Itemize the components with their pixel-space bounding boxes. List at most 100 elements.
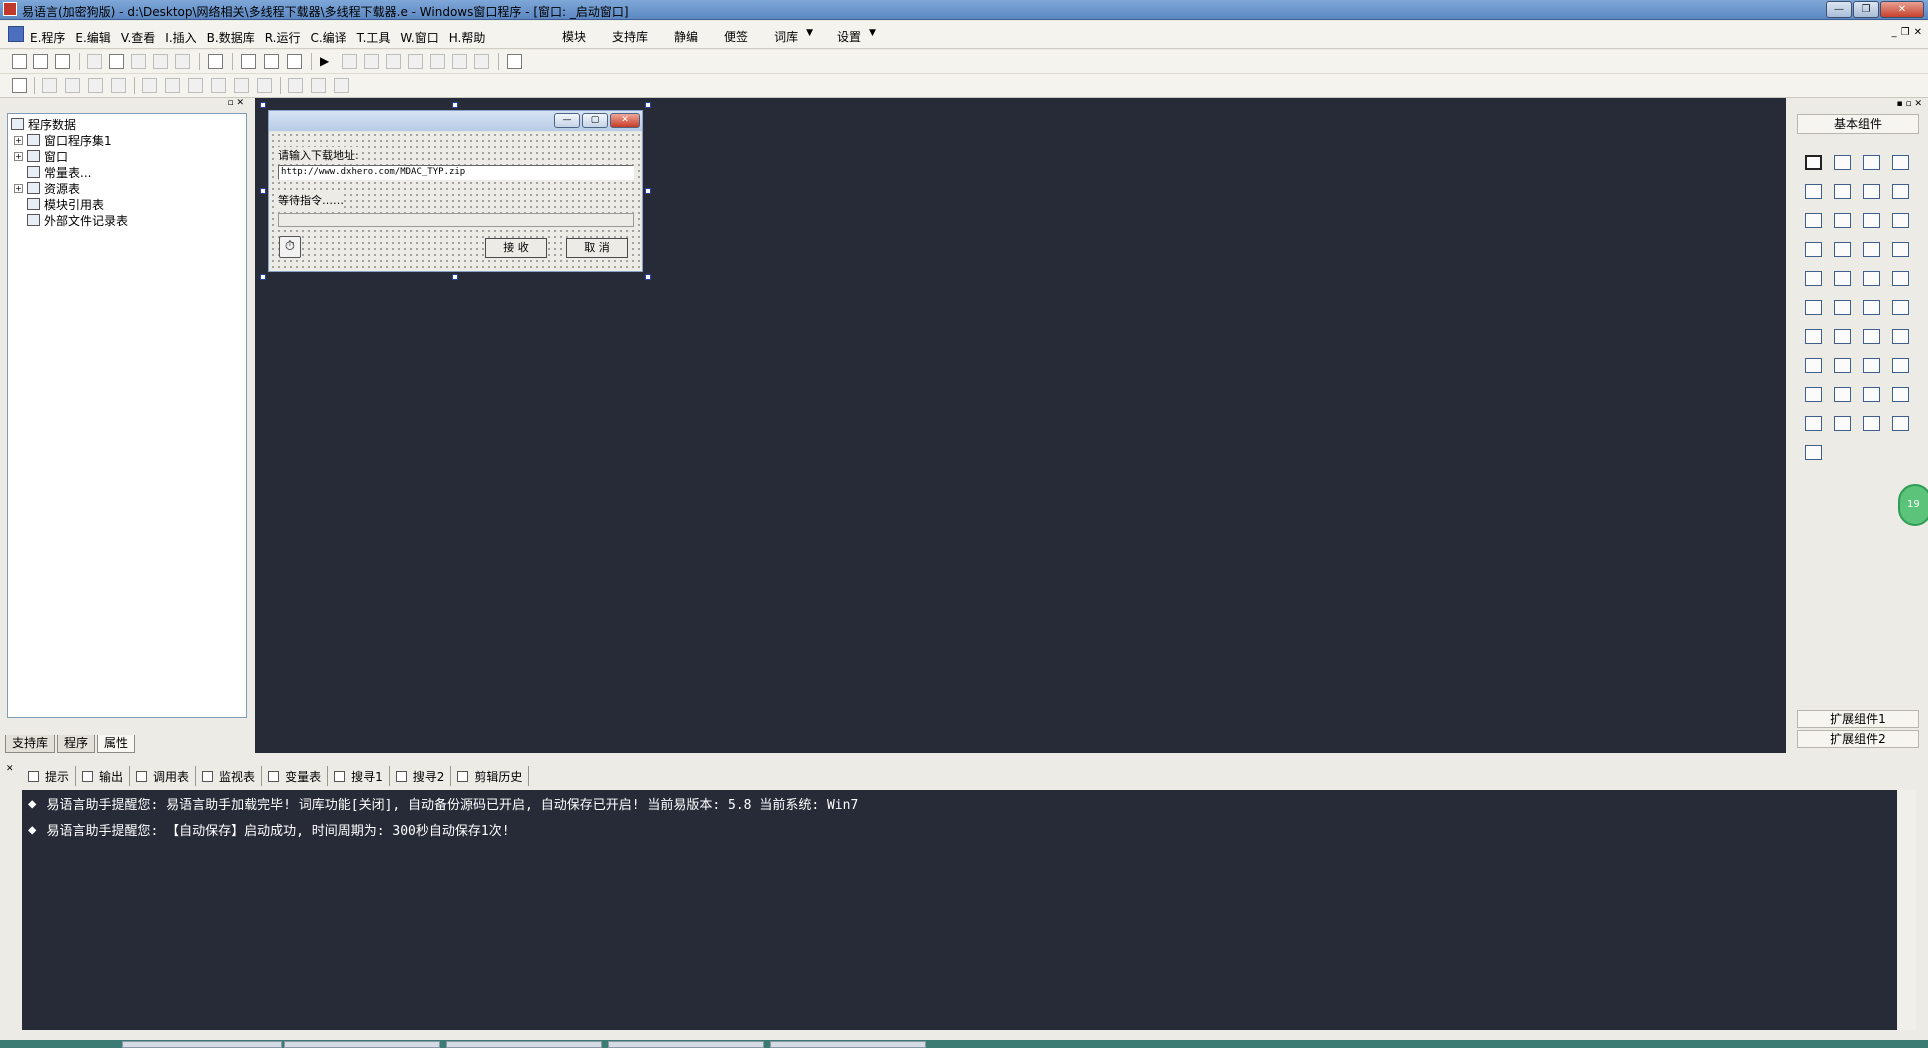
center-h-icon[interactable] <box>142 78 157 93</box>
expand-icon[interactable]: + <box>14 135 23 145</box>
cancel-button[interactable]: 取 消 <box>566 238 628 258</box>
tab-clipboard-history[interactable]: 剪辑历史 <box>451 766 530 786</box>
menu-tools[interactable]: T.工具 <box>357 29 391 46</box>
space-h-icon[interactable] <box>234 78 249 93</box>
odbc-db-icon[interactable] <box>1799 438 1828 467</box>
client-icon[interactable] <box>1857 351 1886 380</box>
vertical-scrollbar-icon[interactable] <box>1857 235 1886 264</box>
taskbar-item[interactable] <box>446 1041 602 1048</box>
align-top-icon[interactable] <box>88 78 103 93</box>
menu-run[interactable]: R.运行 <box>265 29 301 46</box>
checkbox-icon[interactable] <box>1799 206 1828 235</box>
vertical-scrollbar[interactable] <box>1898 790 1916 1030</box>
design-canvas[interactable]: — ▢ ✕ 请输入下载地址: http://www.dxhero.com/MDA… <box>255 98 1786 753</box>
same-height-icon[interactable] <box>188 78 203 93</box>
taskbar-item[interactable] <box>284 1041 440 1048</box>
output-log[interactable]: ◆ 易语言助手提醒您: 易语言助手加载完毕! 词库功能[关闭], 自动备份源码已… <box>22 790 1897 1030</box>
resize-handle[interactable] <box>645 274 651 280</box>
size-height-icon[interactable] <box>311 78 326 93</box>
tab-search1[interactable]: 搜寻1 <box>328 766 390 786</box>
mdi-restore-button[interactable]: ❐ <box>1901 27 1910 38</box>
menu-window[interactable]: W.窗口 <box>400 29 438 46</box>
odbc-icon[interactable] <box>1886 409 1915 438</box>
document-icon[interactable] <box>8 26 24 42</box>
palette-basic-components[interactable]: 基本组件 <box>1797 114 1919 134</box>
pointer-icon[interactable] <box>1799 148 1828 177</box>
cut-icon[interactable] <box>87 54 102 69</box>
size-width-icon[interactable] <box>288 78 303 93</box>
tree-item-window[interactable]: + 窗口 <box>14 148 68 164</box>
palette-ext2[interactable]: 扩展组件2 <box>1797 730 1919 748</box>
menu-notes[interactable]: 便签 <box>724 28 748 45</box>
project-tree[interactable]: 程序数据 + 窗口程序集1 + 窗口 常量表... + 资源表 模块引用表 外部… <box>7 113 247 718</box>
chart-icon[interactable] <box>1857 409 1886 438</box>
url-input[interactable]: http://www.dxhero.com/MDAC_TYP.zip <box>278 165 634 180</box>
network-icon[interactable] <box>1828 322 1857 351</box>
tree-item-external-files[interactable]: 外部文件记录表 <box>27 212 128 228</box>
menu-view[interactable]: V.查看 <box>121 29 155 46</box>
tree-item-assembly[interactable]: + 窗口程序集1 <box>14 132 112 148</box>
panel-controls[interactable]: ▫ ✕ <box>227 98 244 108</box>
assistant-badge[interactable]: 19 <box>1898 484 1928 526</box>
status-label[interactable]: 等待指令…… <box>278 192 344 208</box>
timer-icon[interactable]: ⏱ <box>279 236 301 258</box>
taskbar-item[interactable] <box>122 1041 282 1048</box>
menu-compile[interactable]: C.编译 <box>310 29 346 46</box>
redo-icon[interactable] <box>153 54 168 69</box>
drawing-board-icon[interactable] <box>1799 177 1828 206</box>
menu-module[interactable]: 模块 <box>562 28 586 45</box>
link-icon[interactable] <box>1828 380 1857 409</box>
minimize-button[interactable]: — <box>1826 1 1852 18</box>
form-close-button[interactable]: ✕ <box>610 113 640 128</box>
combo-box-icon[interactable] <box>1857 206 1886 235</box>
group-box-icon[interactable] <box>1828 177 1857 206</box>
layout-icon[interactable] <box>1886 380 1915 409</box>
new-file-icon[interactable] <box>12 54 27 69</box>
label-icon[interactable] <box>1828 148 1857 177</box>
menu-settings[interactable]: 设置 <box>837 28 861 45</box>
save-icon[interactable] <box>55 54 70 69</box>
resize-handle[interactable] <box>260 102 266 108</box>
mdi-minimize-button[interactable]: _ <box>1892 27 1897 38</box>
align-left-icon[interactable] <box>42 78 57 93</box>
table-icon[interactable] <box>1799 322 1828 351</box>
chevron-down-icon[interactable]: ▼ <box>806 28 813 45</box>
url-label[interactable]: 请输入下载地址: <box>278 147 359 163</box>
taskbar-item[interactable] <box>608 1041 764 1048</box>
folder-icon[interactable] <box>1857 293 1886 322</box>
menu-thesaurus[interactable]: 词库 <box>774 28 798 45</box>
image-list-icon[interactable] <box>1857 264 1886 293</box>
tab-hint[interactable]: 提示 <box>22 766 77 786</box>
resize-handle[interactable] <box>260 274 266 280</box>
menu-program[interactable]: E.程序 <box>30 29 65 46</box>
tab-variables[interactable]: 变量表 <box>262 766 329 786</box>
palette-ext1[interactable]: 扩展组件1 <box>1797 710 1919 728</box>
progress-icon[interactable] <box>1886 235 1915 264</box>
tab-watch[interactable]: 监视表 <box>196 766 263 786</box>
list-box-icon[interactable] <box>1886 206 1915 235</box>
taskbar-item[interactable] <box>770 1041 926 1048</box>
stop-icon[interactable] <box>342 54 357 69</box>
same-width-icon[interactable] <box>211 78 226 93</box>
port-icon[interactable] <box>1799 380 1828 409</box>
tree-root[interactable]: 程序数据 <box>11 116 76 132</box>
paste-icon[interactable] <box>131 54 146 69</box>
resize-handle[interactable] <box>645 102 651 108</box>
button-icon[interactable] <box>1828 293 1857 322</box>
menu-support-lib[interactable]: 支持库 <box>612 28 648 45</box>
progress-bar[interactable] <box>278 213 634 227</box>
form-minimize-button[interactable]: — <box>554 113 580 128</box>
align-bottom-icon[interactable] <box>111 78 126 93</box>
chevron-down-icon[interactable]: ▼ <box>869 28 876 45</box>
form-restore-button[interactable]: ▢ <box>582 113 608 128</box>
form-body[interactable]: 请输入下载地址: http://www.dxhero.com/MDAC_TYP.… <box>270 132 641 271</box>
tab-search2[interactable]: 搜寻2 <box>390 766 452 786</box>
open-folder-icon[interactable] <box>33 54 48 69</box>
calendar-icon[interactable] <box>1799 293 1828 322</box>
tab-support-lib[interactable]: 支持库 <box>5 735 56 753</box>
tab-call-stack[interactable]: 调用表 <box>130 766 197 786</box>
document-icon[interactable] <box>1886 293 1915 322</box>
layout-split-icon[interactable] <box>287 54 302 69</box>
text-icon[interactable] <box>1857 177 1886 206</box>
shape-icon[interactable] <box>1886 148 1915 177</box>
